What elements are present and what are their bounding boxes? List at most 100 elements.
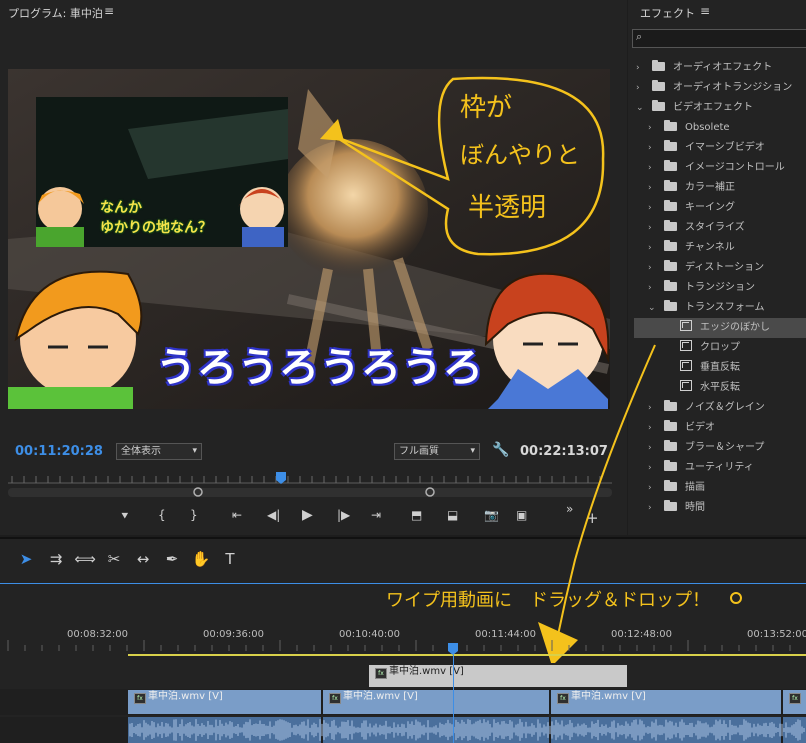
chevron-right-icon[interactable]: › (648, 478, 658, 498)
effects-tree-item[interactable]: › Obsolete (648, 118, 730, 138)
effects-tree-item[interactable]: › キーイング (648, 198, 735, 218)
chevron-down-icon[interactable]: ⌄ (636, 98, 646, 118)
timeline-playhead-marker[interactable] (448, 643, 458, 655)
effects-tree-item[interactable]: 水平反転 (634, 378, 806, 398)
effects-tree-item[interactable]: › ビデオ (648, 418, 715, 438)
effect-preset-icon (680, 360, 692, 371)
effects-tree-item[interactable]: › オーディオエフェクト (636, 58, 772, 78)
clip-v1[interactable]: fx 車中泊.wmv [V] (551, 690, 781, 714)
folder-icon (664, 120, 677, 131)
folder-icon (664, 480, 677, 491)
clip-v1[interactable]: fx 車中泊.wmv [V] (323, 690, 549, 714)
effects-tree-item[interactable]: ⌄ ビデオエフェクト (636, 98, 753, 118)
effects-tree-item[interactable]: › ノイズ＆グレイン (648, 398, 765, 418)
program-monitor-title[interactable]: プログラム: 車中泊 (8, 5, 103, 21)
razor-tool-icon[interactable]: ✂ (103, 548, 125, 570)
chevron-right-icon[interactable]: › (648, 218, 658, 238)
zoom-level-select[interactable]: 全体表示 ▾ (116, 443, 202, 460)
effects-tree-label: オーディオエフェクト (673, 62, 773, 73)
effects-tree-label: クロップ (700, 342, 740, 353)
step-forward-button[interactable]: |▶ (337, 508, 350, 522)
timeline-ruler[interactable] (0, 640, 806, 660)
lift-button[interactable]: ⬒ (411, 508, 422, 522)
wrench-settings-icon[interactable]: 🔧 (492, 442, 509, 458)
effects-tree-item[interactable]: › ブラー＆シャープ (648, 438, 764, 458)
slip-tool-icon[interactable]: ↔ (132, 548, 154, 570)
extract-button[interactable]: ⬓ (447, 508, 458, 522)
chevron-right-icon[interactable]: › (648, 258, 658, 278)
effects-tree-item[interactable]: › イメージコントロール (648, 158, 785, 178)
add-marker-button[interactable]: ⯆ (120, 509, 130, 524)
effects-tree-item[interactable]: › ユーティリティ (648, 458, 754, 478)
effects-tree-item[interactable]: › チャンネル (648, 238, 735, 258)
effects-tree-item[interactable]: › トランジション (648, 278, 755, 298)
effects-tree-item[interactable]: エッジのぼかし (634, 318, 806, 338)
chevron-right-icon[interactable]: › (648, 418, 658, 438)
effects-tree-item[interactable]: › カラー補正 (648, 178, 735, 198)
chevron-right-icon[interactable]: › (648, 398, 658, 418)
ruler-label: 00:09:36:00 (203, 629, 265, 640)
effects-tree-item[interactable]: › オーディオトランジション (636, 78, 792, 98)
comparison-view-button[interactable]: ▣ (516, 508, 527, 522)
audio-waveform-clips[interactable] (128, 717, 806, 743)
quality-value: フル画質 (399, 446, 439, 457)
fx-badge-icon: fx (329, 693, 341, 704)
effects-tree-item[interactable]: ⌄ トランスフォーム (648, 298, 765, 318)
effects-panel-menu-icon[interactable]: ≡ (700, 4, 710, 18)
hand-tool-icon[interactable]: ✋ (190, 548, 212, 570)
type-tool-icon[interactable]: T (219, 548, 241, 570)
chevron-right-icon[interactable]: › (648, 158, 658, 178)
clip-v1-partial[interactable]: fx (783, 690, 806, 714)
effects-tree-label: Obsolete (685, 122, 730, 133)
more-controls-button[interactable]: » (566, 502, 573, 516)
playhead-marker[interactable] (276, 472, 286, 484)
button-editor-plus-icon[interactable]: + (586, 509, 599, 527)
effects-tree-item[interactable]: › 時間 (648, 498, 705, 518)
pen-tool-icon[interactable]: ✒ (161, 548, 183, 570)
effects-tree-item[interactable]: › スタイライズ (648, 218, 745, 238)
chevron-down-icon[interactable]: ⌄ (648, 298, 658, 318)
chevron-right-icon[interactable]: › (648, 498, 658, 518)
track-select-tool-icon[interactable]: ⇉ (45, 548, 67, 570)
go-to-in-button[interactable]: ⇤ (232, 508, 242, 522)
effects-search-input[interactable]: ⌕ (632, 29, 806, 48)
effects-tree-item[interactable]: › 描画 (648, 478, 705, 498)
mark-in-button[interactable]: { (158, 508, 166, 522)
effects-tree-item[interactable]: 垂直反転 (634, 358, 806, 378)
go-to-out-button[interactable]: ⇥ (371, 508, 381, 522)
effects-tree-item[interactable]: クロップ (634, 338, 806, 358)
chevron-right-icon[interactable]: › (648, 138, 658, 158)
program-time-ruler[interactable] (8, 470, 612, 500)
folder-icon (664, 140, 677, 151)
current-timecode[interactable]: 00:11:20:28 (15, 444, 103, 459)
camera-export-frame-icon[interactable]: 📷 (484, 508, 499, 522)
video-preview: なんか ゆかりの地なん？ うろうろうろうろ 枠が ぼんやりと 半透明 (8, 69, 610, 409)
clip-v1[interactable]: fx 車中泊.wmv [V] (128, 690, 321, 714)
step-back-button[interactable]: ◀| (267, 508, 280, 522)
folder-icon (652, 80, 665, 91)
folder-icon (664, 400, 677, 411)
effects-tree-item[interactable]: › ディストーション (648, 258, 764, 278)
selection-tool-icon[interactable]: ➤ (15, 548, 37, 570)
fx-badge-icon: fx (789, 693, 801, 704)
ripple-edit-tool-icon[interactable]: ⟺ (74, 548, 96, 570)
chevron-right-icon[interactable]: › (648, 118, 658, 138)
mark-out-button[interactable]: } (190, 508, 198, 522)
chevron-right-icon[interactable]: › (648, 438, 658, 458)
chevron-right-icon[interactable]: › (648, 458, 658, 478)
chevron-right-icon[interactable]: › (636, 78, 646, 98)
play-button[interactable]: ▶ (302, 507, 313, 523)
chevron-right-icon[interactable]: › (648, 198, 658, 218)
chevron-right-icon[interactable]: › (648, 238, 658, 258)
playback-quality-select[interactable]: フル画質 ▾ (394, 443, 480, 460)
chevron-right-icon[interactable]: › (648, 178, 658, 198)
chevron-right-icon[interactable]: › (648, 278, 658, 298)
effects-panel-title[interactable]: エフェクト (640, 5, 695, 21)
clip-v2[interactable]: fx 車中泊.wmv [V] (369, 665, 627, 687)
folder-icon (664, 420, 677, 431)
effects-tree-item[interactable]: › イマーシブビデオ (648, 138, 765, 158)
program-panel-menu-icon[interactable]: ≡ (104, 4, 114, 18)
ruler-label: 00:10:40:00 (339, 629, 401, 640)
effects-tree-label: カラー補正 (685, 182, 735, 193)
chevron-right-icon[interactable]: › (636, 58, 646, 78)
